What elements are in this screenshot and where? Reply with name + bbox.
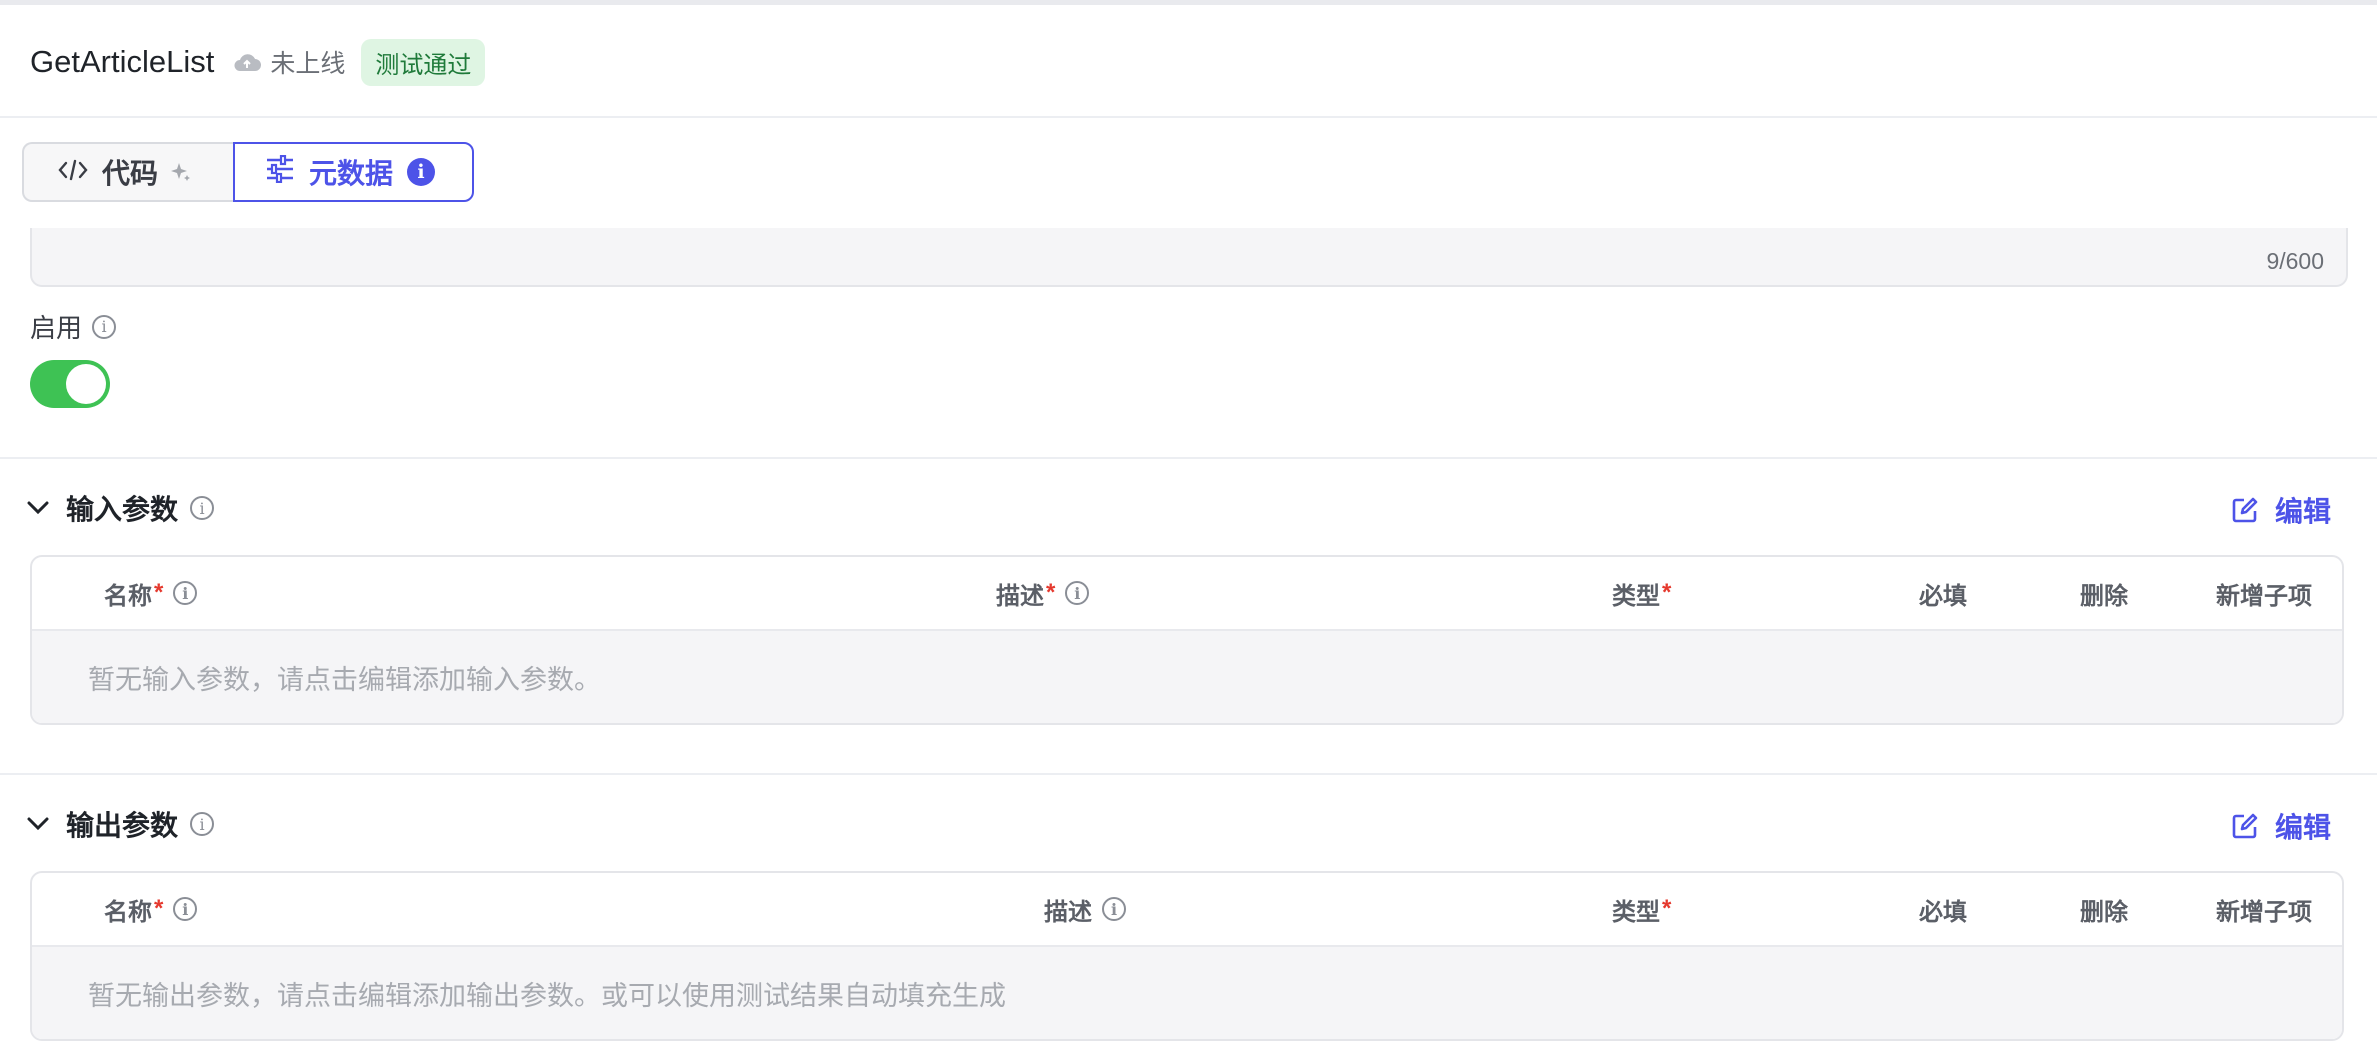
test-status-badge: 测试通过 (361, 38, 486, 86)
plugin-title: GetArticleList (30, 44, 215, 79)
enable-label: 启用 (30, 313, 83, 343)
col-desc: 描述 i (1044, 873, 1126, 945)
col-add-child: 新增子项 (2216, 582, 2312, 610)
chevron-down-icon[interactable] (26, 500, 50, 516)
col-required: 必填 (1919, 898, 1967, 926)
description-textarea[interactable]: 9/600 (30, 228, 2348, 287)
section-divider (0, 773, 2377, 775)
col-type: 类型 * (1612, 579, 1672, 610)
tab-bar: 代码 元数据 i (22, 142, 474, 202)
tab-metadata-label: 元数据 (309, 158, 394, 189)
info-icon: i (190, 812, 215, 836)
input-params-title: 输入参数 (66, 494, 179, 525)
char-counter: 9/600 (2266, 248, 2324, 274)
col-type: 类型 * (1612, 895, 1672, 926)
enable-label-row: 启用 i (30, 308, 117, 345)
edit-input-params-button[interactable]: 编辑 (2231, 488, 2331, 532)
info-icon: i (407, 158, 436, 186)
empty-state: 暂无输出参数，请点击编辑添加输出参数。或可以使用测试结果自动填充生成 (32, 947, 2342, 1039)
input-params-table: 名称 * i 描述 * i 类型 * 必填 删除 新增子项 暂无输入参数，请点击编辑添… (30, 555, 2344, 725)
tab-code-label: 代码 (102, 158, 159, 189)
col-required: 必填 (1919, 582, 1967, 610)
input-params-header[interactable]: 输入参数 i (26, 486, 215, 530)
info-icon: i (1102, 897, 1126, 921)
info-icon: i (92, 314, 117, 339)
publish-status: 未上线 (270, 50, 346, 78)
col-desc: 描述 * i (996, 557, 1090, 629)
edit-output-params-button[interactable]: 编辑 (2231, 804, 2331, 848)
chevron-down-icon[interactable] (26, 816, 50, 832)
output-params-table: 名称 * i 描述 i 类型 * 必填 删除 新增子项 暂无输出参数，请点击编辑添加… (30, 871, 2344, 1041)
info-icon: i (173, 581, 198, 605)
header-divider (0, 116, 2377, 118)
info-icon: i (173, 897, 198, 921)
output-params-header[interactable]: 输出参数 i (26, 802, 215, 846)
empty-state: 暂无输入参数，请点击编辑添加输入参数。 (32, 631, 2342, 723)
edit-label: 编辑 (2274, 496, 2331, 527)
top-border (0, 0, 2377, 5)
sparkle-icon (170, 161, 192, 183)
section-divider (0, 457, 2377, 459)
col-delete: 删除 (2080, 898, 2128, 926)
code-icon (58, 156, 88, 188)
info-icon: i (1065, 581, 1090, 605)
edit-icon (2231, 812, 2259, 840)
col-name: 名称 * i (104, 557, 198, 629)
cloud-icon (232, 51, 262, 73)
col-delete: 删除 (2080, 582, 2128, 610)
col-name: 名称 * i (104, 873, 198, 945)
table-header: 名称 * i 描述 * i 类型 * 必填 删除 新增子项 (32, 557, 2342, 631)
output-params-title: 输出参数 (66, 810, 179, 841)
tab-metadata[interactable]: 元数据 i (233, 142, 474, 202)
plugin-header: GetArticleList 未上线 测试通过 (30, 38, 486, 86)
col-add-child: 新增子项 (2216, 898, 2312, 926)
enable-toggle[interactable] (30, 360, 110, 408)
info-icon: i (190, 496, 215, 520)
edit-icon (2231, 496, 2259, 524)
table-header: 名称 * i 描述 i 类型 * 必填 删除 新增子项 (32, 873, 2342, 947)
tab-code[interactable]: 代码 (22, 142, 233, 202)
toggle-knob (66, 364, 106, 404)
sliders-icon (265, 154, 295, 190)
edit-label: 编辑 (2274, 812, 2331, 843)
